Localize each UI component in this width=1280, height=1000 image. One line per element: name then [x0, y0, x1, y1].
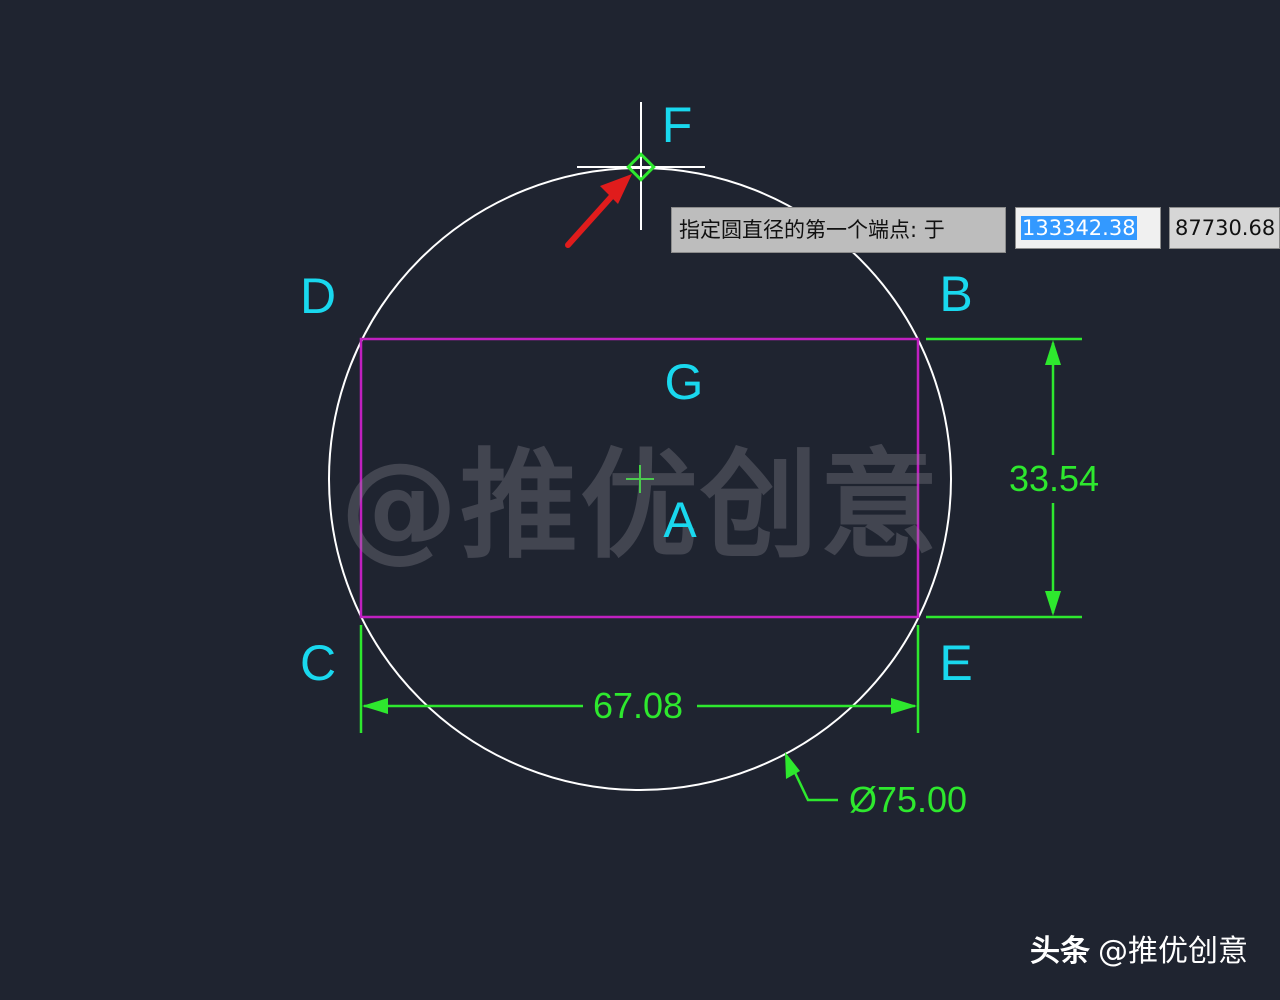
point-label-d: D — [299, 268, 337, 324]
red-arrow-icon — [565, 174, 632, 248]
footer-handle: @推优创意 — [1098, 934, 1248, 969]
point-label-g: G — [664, 354, 704, 410]
x-coordinate-input[interactable]: 133342.38 — [1015, 207, 1161, 249]
diameter-dimension-text: Ø75.00 — [848, 779, 968, 820]
height-arrow-bottom — [1045, 591, 1061, 616]
width-arrow-right — [891, 698, 917, 714]
y-coordinate-input[interactable]: 87730.68 — [1169, 207, 1280, 249]
point-label-a: A — [663, 492, 697, 548]
width-dimension-text: 67.08 — [592, 685, 684, 726]
footer-brand: 头条 — [1030, 934, 1090, 969]
dynamic-input-prompt: 指定圆直径的第一个端点: 于 — [671, 207, 1006, 253]
footer-watermark: 头条 @推优创意 — [1030, 926, 1248, 970]
diameter-arrow — [785, 752, 800, 779]
watermark-text: @推优创意 — [339, 436, 941, 575]
point-label-c: C — [299, 635, 337, 691]
height-arrow-top — [1045, 340, 1061, 365]
x-coordinate-value: 133342.38 — [1021, 216, 1137, 240]
height-dimension-text: 33.54 — [1008, 458, 1100, 499]
width-arrow-left — [362, 698, 388, 714]
point-label-b: B — [939, 266, 973, 322]
diameter-leader[interactable] — [787, 759, 838, 802]
cad-viewport[interactable]: @推优创意 F D B G A C E 33.54 67.08 Ø75.00 指… — [0, 0, 1280, 1000]
point-label-e: E — [939, 635, 973, 691]
point-label-f: F — [661, 97, 693, 153]
